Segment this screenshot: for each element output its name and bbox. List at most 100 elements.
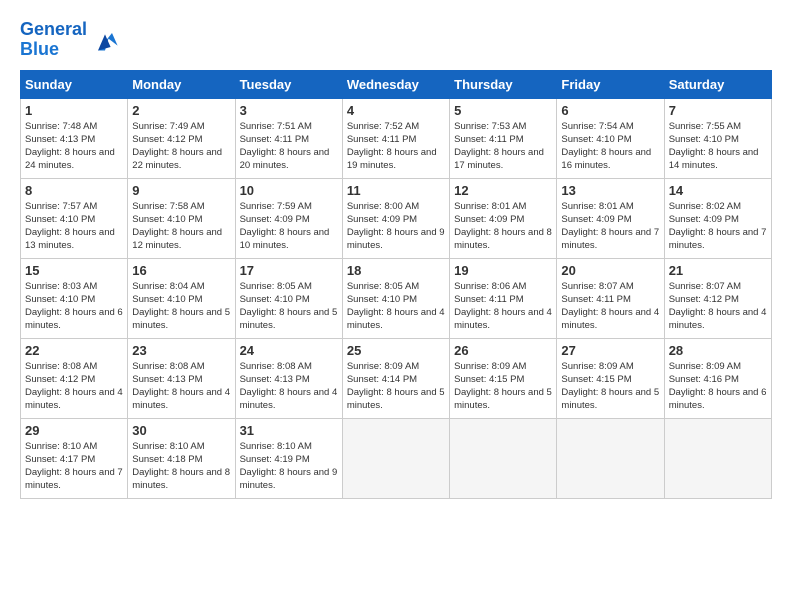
logo-text: GeneralBlue — [20, 20, 87, 60]
calendar-cell: 6 Sunrise: 7:54 AMSunset: 4:10 PMDaylight… — [557, 98, 664, 178]
calendar-cell: 15 Sunrise: 8:03 AMSunset: 4:10 PMDayligh… — [21, 258, 128, 338]
day-info: Sunrise: 8:07 AMSunset: 4:12 PMDaylight:… — [669, 280, 767, 333]
day-info: Sunrise: 8:00 AMSunset: 4:09 PMDaylight:… — [347, 200, 445, 253]
day-info: Sunrise: 8:09 AMSunset: 4:15 PMDaylight:… — [561, 360, 659, 413]
logo: GeneralBlue — [20, 20, 119, 60]
calendar-cell: 24 Sunrise: 8:08 AMSunset: 4:13 PMDayligh… — [235, 338, 342, 418]
day-number: 1 — [25, 103, 123, 118]
day-number: 24 — [240, 343, 338, 358]
day-number: 10 — [240, 183, 338, 198]
calendar-cell — [342, 418, 449, 498]
day-info: Sunrise: 7:48 AMSunset: 4:13 PMDaylight:… — [25, 120, 123, 173]
day-number: 15 — [25, 263, 123, 278]
calendar-cell: 12 Sunrise: 8:01 AMSunset: 4:09 PMDayligh… — [450, 178, 557, 258]
day-info: Sunrise: 8:05 AMSunset: 4:10 PMDaylight:… — [240, 280, 338, 333]
day-info: Sunrise: 8:09 AMSunset: 4:16 PMDaylight:… — [669, 360, 767, 413]
calendar-cell: 10 Sunrise: 7:59 AMSunset: 4:09 PMDayligh… — [235, 178, 342, 258]
day-info: Sunrise: 8:01 AMSunset: 4:09 PMDaylight:… — [561, 200, 659, 253]
calendar-cell: 28 Sunrise: 8:09 AMSunset: 4:16 PMDayligh… — [664, 338, 771, 418]
day-number: 29 — [25, 423, 123, 438]
day-number: 31 — [240, 423, 338, 438]
day-info: Sunrise: 8:04 AMSunset: 4:10 PMDaylight:… — [132, 280, 230, 333]
day-number: 4 — [347, 103, 445, 118]
day-info: Sunrise: 8:09 AMSunset: 4:15 PMDaylight:… — [454, 360, 552, 413]
header-sunday: Sunday — [21, 70, 128, 98]
day-info: Sunrise: 7:52 AMSunset: 4:11 PMDaylight:… — [347, 120, 445, 173]
calendar-cell: 25Sunrise: 8:09 AMSunset: 4:14 PMDayligh… — [342, 338, 449, 418]
page-header: GeneralBlue — [20, 20, 772, 60]
calendar-cell — [450, 418, 557, 498]
week-row-3: 15 Sunrise: 8:03 AMSunset: 4:10 PMDayligh… — [21, 258, 772, 338]
day-number: 30 — [132, 423, 230, 438]
day-info: Sunrise: 7:59 AMSunset: 4:09 PMDaylight:… — [240, 200, 338, 253]
week-row-4: 22 Sunrise: 8:08 AMSunset: 4:12 PMDayligh… — [21, 338, 772, 418]
day-info: Sunrise: 8:10 AMSunset: 4:19 PMDaylight:… — [240, 440, 338, 493]
calendar-header-row: SundayMondayTuesdayWednesdayThursdayFrid… — [21, 70, 772, 98]
day-number: 27 — [561, 343, 659, 358]
day-number: 18 — [347, 263, 445, 278]
calendar-cell: 1 Sunrise: 7:48 AMSunset: 4:13 PMDaylight… — [21, 98, 128, 178]
day-info: Sunrise: 8:02 AMSunset: 4:09 PMDaylight:… — [669, 200, 767, 253]
day-number: 12 — [454, 183, 552, 198]
calendar-cell: 3 Sunrise: 7:51 AMSunset: 4:11 PMDaylight… — [235, 98, 342, 178]
day-info: Sunrise: 8:08 AMSunset: 4:13 PMDaylight:… — [240, 360, 338, 413]
calendar-cell: 2Sunrise: 7:49 AMSunset: 4:12 PMDaylight… — [128, 98, 235, 178]
day-number: 16 — [132, 263, 230, 278]
day-info: Sunrise: 7:54 AMSunset: 4:10 PMDaylight:… — [561, 120, 659, 173]
day-number: 28 — [669, 343, 767, 358]
calendar-cell: 20 Sunrise: 8:07 AMSunset: 4:11 PMDayligh… — [557, 258, 664, 338]
day-info: Sunrise: 7:58 AMSunset: 4:10 PMDaylight:… — [132, 200, 230, 253]
day-number: 5 — [454, 103, 552, 118]
day-info: Sunrise: 8:05 AMSunset: 4:10 PMDaylight:… — [347, 280, 445, 333]
week-row-2: 8 Sunrise: 7:57 AMSunset: 4:10 PMDaylight… — [21, 178, 772, 258]
day-number: 26 — [454, 343, 552, 358]
calendar-cell — [557, 418, 664, 498]
day-info: Sunrise: 7:53 AMSunset: 4:11 PMDaylight:… — [454, 120, 552, 173]
calendar-cell: 19 Sunrise: 8:06 AMSunset: 4:11 PMDayligh… — [450, 258, 557, 338]
day-info: Sunrise: 8:10 AMSunset: 4:18 PMDaylight:… — [132, 440, 230, 493]
day-info: Sunrise: 7:57 AMSunset: 4:10 PMDaylight:… — [25, 200, 123, 253]
calendar-cell: 7Sunrise: 7:55 AMSunset: 4:10 PMDaylight… — [664, 98, 771, 178]
day-number: 6 — [561, 103, 659, 118]
calendar-cell: 22 Sunrise: 8:08 AMSunset: 4:12 PMDayligh… — [21, 338, 128, 418]
day-info: Sunrise: 7:55 AMSunset: 4:10 PMDaylight:… — [669, 120, 767, 173]
calendar-cell: 29Sunrise: 8:10 AMSunset: 4:17 PMDayligh… — [21, 418, 128, 498]
day-number: 21 — [669, 263, 767, 278]
day-number: 25 — [347, 343, 445, 358]
week-row-5: 29Sunrise: 8:10 AMSunset: 4:17 PMDayligh… — [21, 418, 772, 498]
calendar-cell: 14 Sunrise: 8:02 AMSunset: 4:09 PMDayligh… — [664, 178, 771, 258]
day-number: 3 — [240, 103, 338, 118]
day-number: 9 — [132, 183, 230, 198]
calendar-cell: 21 Sunrise: 8:07 AMSunset: 4:12 PMDayligh… — [664, 258, 771, 338]
day-info: Sunrise: 7:51 AMSunset: 4:11 PMDaylight:… — [240, 120, 338, 173]
day-number: 2 — [132, 103, 230, 118]
calendar-cell: 27 Sunrise: 8:09 AMSunset: 4:15 PMDayligh… — [557, 338, 664, 418]
day-info: Sunrise: 8:07 AMSunset: 4:11 PMDaylight:… — [561, 280, 659, 333]
calendar-cell: 18 Sunrise: 8:05 AMSunset: 4:10 PMDayligh… — [342, 258, 449, 338]
day-info: Sunrise: 8:03 AMSunset: 4:10 PMDaylight:… — [25, 280, 123, 333]
calendar-cell: 4 Sunrise: 7:52 AMSunset: 4:11 PMDaylight… — [342, 98, 449, 178]
header-friday: Friday — [557, 70, 664, 98]
calendar-cell: 26 Sunrise: 8:09 AMSunset: 4:15 PMDayligh… — [450, 338, 557, 418]
day-info: Sunrise: 8:08 AMSunset: 4:13 PMDaylight:… — [132, 360, 230, 413]
day-info: Sunrise: 8:08 AMSunset: 4:12 PMDaylight:… — [25, 360, 123, 413]
header-thursday: Thursday — [450, 70, 557, 98]
day-number: 22 — [25, 343, 123, 358]
day-number: 13 — [561, 183, 659, 198]
day-number: 20 — [561, 263, 659, 278]
day-info: Sunrise: 8:01 AMSunset: 4:09 PMDaylight:… — [454, 200, 552, 253]
header-monday: Monday — [128, 70, 235, 98]
day-number: 19 — [454, 263, 552, 278]
day-number: 14 — [669, 183, 767, 198]
calendar-cell — [664, 418, 771, 498]
header-wednesday: Wednesday — [342, 70, 449, 98]
header-saturday: Saturday — [664, 70, 771, 98]
calendar-cell: 16 Sunrise: 8:04 AMSunset: 4:10 PMDayligh… — [128, 258, 235, 338]
calendar-cell: 5 Sunrise: 7:53 AMSunset: 4:11 PMDaylight… — [450, 98, 557, 178]
day-info: Sunrise: 8:06 AMSunset: 4:11 PMDaylight:… — [454, 280, 552, 333]
day-number: 11 — [347, 183, 445, 198]
week-row-1: 1 Sunrise: 7:48 AMSunset: 4:13 PMDaylight… — [21, 98, 772, 178]
calendar-cell: 8 Sunrise: 7:57 AMSunset: 4:10 PMDaylight… — [21, 178, 128, 258]
day-number: 8 — [25, 183, 123, 198]
header-tuesday: Tuesday — [235, 70, 342, 98]
